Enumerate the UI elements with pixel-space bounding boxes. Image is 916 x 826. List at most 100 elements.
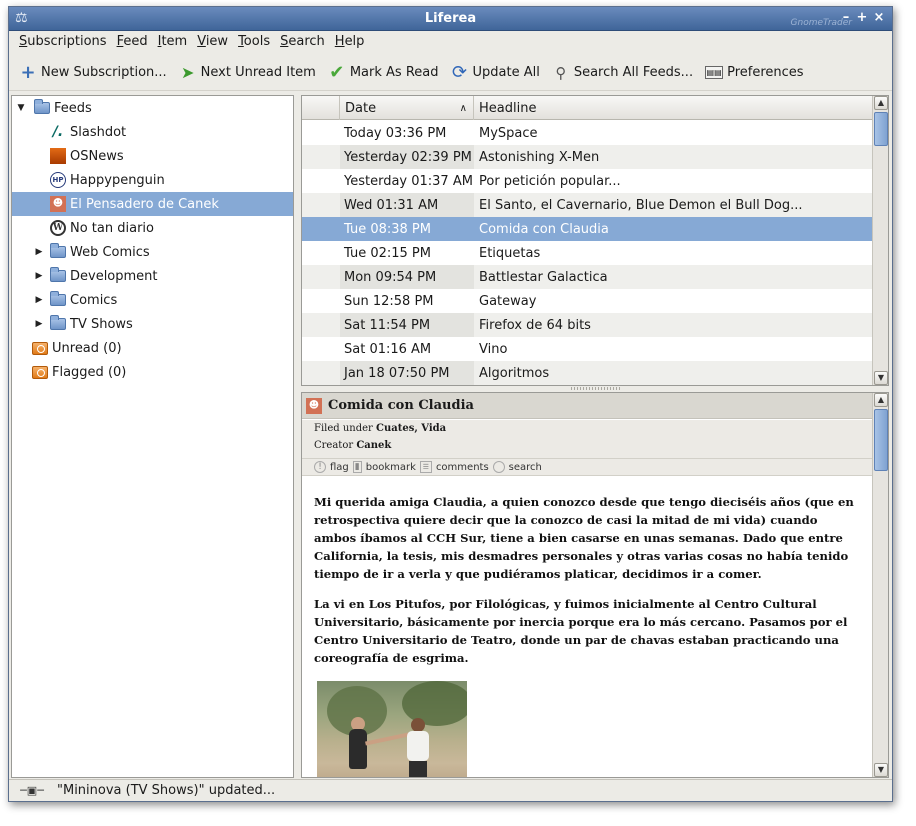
flag-icon: !: [314, 461, 326, 473]
search-link[interactable]: search: [492, 461, 542, 473]
sort-ascending-icon: ∧: [459, 102, 467, 114]
tree-item-feeds[interactable]: ▼ Feeds: [12, 96, 293, 120]
scroll-thumb[interactable]: [874, 112, 888, 146]
tree-item-unread[interactable]: Unread (0): [12, 336, 293, 360]
preferences-icon: ▤▤: [705, 66, 724, 79]
item-view-scrollbar[interactable]: ▲ ▼: [872, 393, 888, 777]
tree-item-el-pensadero[interactable]: ☻ El Pensadero de Canek: [12, 192, 293, 216]
tree-item-slashdot[interactable]: /. Slashdot: [12, 120, 293, 144]
list-item[interactable]: Today 03:36 PM MySpace: [302, 121, 872, 145]
search-icon: ⚲: [555, 63, 567, 82]
list-item[interactable]: Yesterday 02:39 PM Astonishing X-Men: [302, 145, 872, 169]
search-all-feeds-button[interactable]: ⚲ Search All Feeds...: [552, 64, 693, 82]
menubar: Subscriptions Feed Item View Tools Searc…: [9, 32, 892, 54]
bookmark-link[interactable]: ▮ bookmark: [352, 461, 416, 473]
item-paragraph: La vi en Los Pitufos, por Filológicas, y…: [314, 597, 848, 665]
tree-item-osnews[interactable]: OSNews: [12, 144, 293, 168]
menu-tools[interactable]: Tools: [234, 32, 274, 54]
menu-help[interactable]: Help: [331, 32, 369, 54]
folder-icon: [50, 267, 66, 282]
item-body: Mi querida amiga Claudia, a quien conozc…: [314, 493, 860, 777]
status-bar: ─▣─ "Mininova (TV Shows)" updated...: [9, 779, 892, 801]
item-header: ☻ Comida con Claudia: [302, 393, 872, 419]
bookmark-icon: ▮: [352, 461, 362, 473]
menu-view[interactable]: View: [193, 32, 232, 54]
minimize-icon[interactable]: –: [838, 10, 854, 26]
mark-as-read-button[interactable]: ✔ Mark As Read: [328, 61, 438, 83]
expander-closed-icon[interactable]: ▶: [34, 295, 44, 305]
expander-closed-icon[interactable]: ▶: [34, 247, 44, 257]
tree-item-flagged[interactable]: Flagged (0): [12, 360, 293, 384]
feed-tree[interactable]: ▼ Feeds /. Slashdot OSNews HP Happypengu…: [11, 95, 294, 778]
search-folder-icon: [32, 341, 48, 355]
scroll-down-icon[interactable]: ▼: [874, 763, 888, 777]
tree-item-web-comics[interactable]: ▶ Web Comics: [12, 240, 293, 264]
column-icon[interactable]: [302, 96, 340, 120]
category-links[interactable]: Cuates, Vida: [376, 423, 446, 434]
creator-name: Canek: [356, 440, 392, 451]
avatar-icon: ☻: [306, 397, 322, 414]
scroll-up-icon[interactable]: ▲: [874, 96, 888, 110]
list-item[interactable]: Jan 18 07:50 PM Algoritmos: [302, 361, 872, 385]
list-item-selected[interactable]: Tue 08:38 PM Comida con Claudia: [302, 217, 872, 241]
maximize-icon[interactable]: +: [854, 10, 870, 26]
expander-closed-icon[interactable]: ▶: [34, 319, 44, 329]
toolbar: + New Subscription... ➤ Next Unread Item…: [9, 55, 892, 91]
list-item[interactable]: Mon 09:54 PM Battlestar Galactica: [302, 265, 872, 289]
comments-icon: ☰: [419, 461, 432, 473]
list-item[interactable]: Wed 01:31 AM El Santo, el Cavernario, Blu…: [302, 193, 872, 217]
comments-link[interactable]: ☰ comments: [419, 461, 489, 473]
menu-search[interactable]: Search: [276, 32, 329, 54]
item-list-header: Date ∧ Headline: [302, 96, 872, 120]
folder-icon: [50, 291, 66, 306]
status-text: "Mininova (TV Shows)" updated...: [57, 783, 276, 798]
scroll-down-icon[interactable]: ▼: [874, 371, 888, 385]
tree-item-comics[interactable]: ▶ Comics: [12, 288, 293, 312]
pane-resize-handle[interactable]: [571, 387, 621, 390]
list-item[interactable]: Sun 12:58 PM Gateway: [302, 289, 872, 313]
scroll-thumb[interactable]: [874, 409, 888, 471]
item-paragraph: Mi querida amiga Claudia, a quien conozc…: [314, 495, 854, 581]
next-unread-button[interactable]: ➤ Next Unread Item: [179, 63, 316, 82]
item-photo: [317, 681, 467, 777]
list-item[interactable]: Tue 02:15 PM Etiquetas: [302, 241, 872, 265]
list-item[interactable]: Yesterday 01:37 AM Por petición popular..…: [302, 169, 872, 193]
item-title[interactable]: Comida con Claudia: [328, 398, 474, 413]
window-title: Liferea: [424, 11, 477, 26]
search-folder-icon: [32, 365, 48, 379]
tree-item-no-tan-diario[interactable]: W No tan diario: [12, 216, 293, 240]
tree-item-happypenguin[interactable]: HP Happypenguin: [12, 168, 293, 192]
scroll-up-icon[interactable]: ▲: [874, 393, 888, 407]
column-headline[interactable]: Headline: [474, 96, 872, 120]
preferences-button[interactable]: ▤▤ Preferences: [705, 65, 804, 80]
osnews-icon: [50, 148, 66, 164]
item-metadata: Filed under Cuates, Vida Creator Canek: [302, 420, 872, 458]
update-all-button[interactable]: ⟳ Update All: [451, 61, 540, 83]
expander-closed-icon[interactable]: ▶: [34, 271, 44, 281]
tree-item-development[interactable]: ▶ Development: [12, 264, 293, 288]
folder-icon: [34, 99, 50, 114]
new-subscription-button[interactable]: + New Subscription...: [19, 61, 166, 83]
menu-subscriptions[interactable]: Subscriptions: [15, 32, 111, 54]
refresh-icon: ⟳: [451, 61, 468, 83]
title-bar[interactable]: ⚖ Liferea GnomeTrader – + ×: [9, 7, 892, 31]
item-list-scrollbar[interactable]: ▲ ▼: [872, 96, 888, 385]
menu-item[interactable]: Item: [154, 32, 192, 54]
speech-bubble-icon: [492, 461, 505, 473]
column-date[interactable]: Date ∧: [340, 96, 474, 120]
expander-open-icon[interactable]: ▼: [16, 103, 26, 113]
list-item[interactable]: Sat 11:54 PM Firefox de 64 bits: [302, 313, 872, 337]
item-actions: ! flag ▮ bookmark ☰ comments search: [302, 458, 872, 476]
close-icon[interactable]: ×: [871, 10, 887, 26]
happypenguin-icon: HP: [50, 172, 66, 188]
item-list[interactable]: Date ∧ Headline Today 03:36 PM MySpace Ye…: [301, 95, 889, 386]
plus-icon: +: [20, 61, 36, 83]
slashdot-icon: /.: [52, 124, 64, 140]
list-item[interactable]: Sat 01:16 AM Vino: [302, 337, 872, 361]
online-status-icon[interactable]: ─▣─: [17, 784, 47, 798]
flag-link[interactable]: ! flag: [314, 461, 349, 473]
checkmark-icon: ✔: [329, 61, 345, 83]
tree-item-tv-shows[interactable]: ▶ TV Shows: [12, 312, 293, 336]
menu-feed[interactable]: Feed: [113, 32, 152, 54]
folder-icon: [50, 243, 66, 258]
